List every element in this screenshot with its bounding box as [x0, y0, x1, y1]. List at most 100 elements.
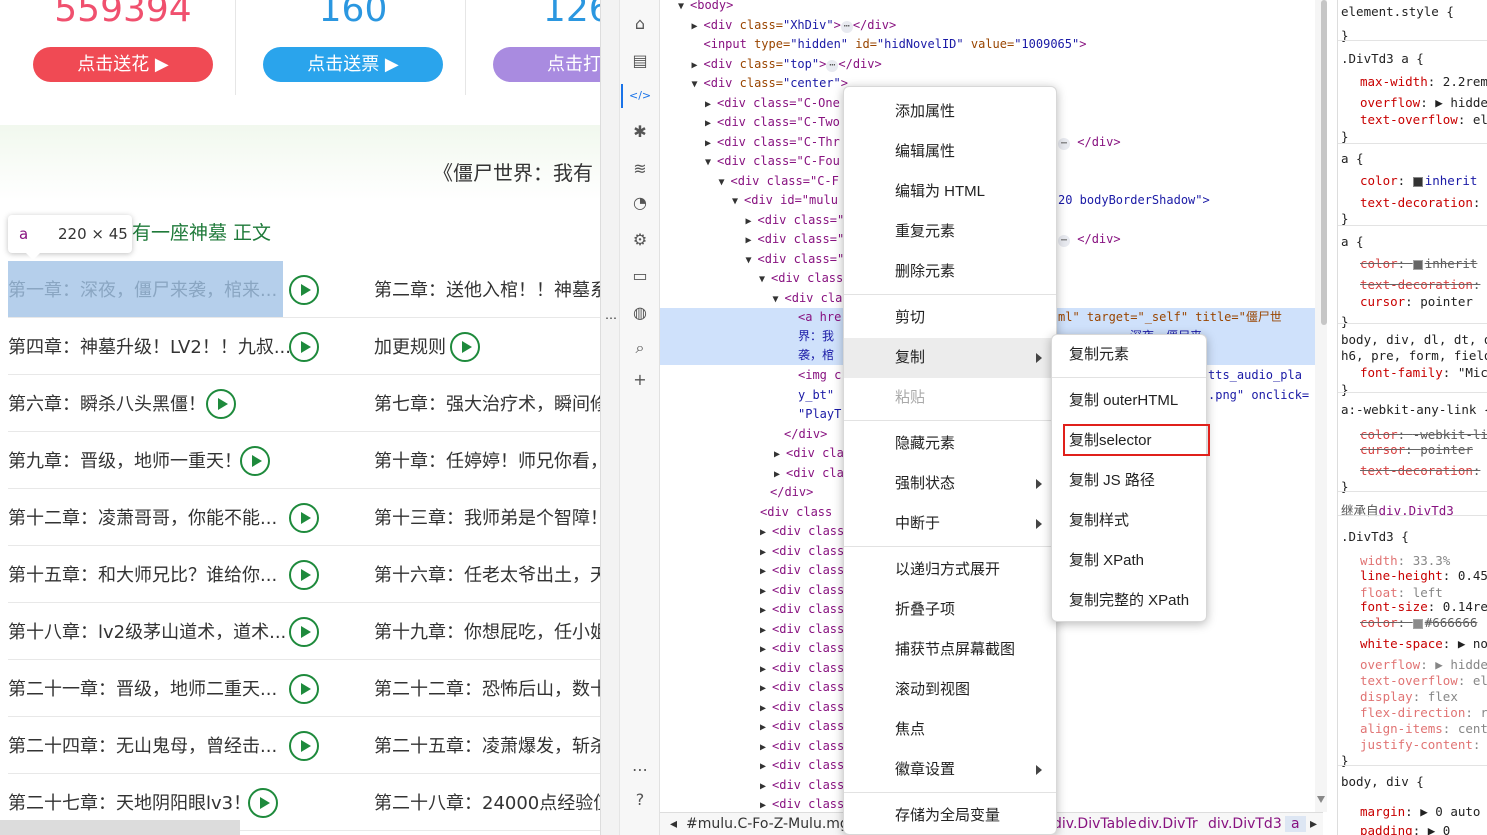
menu-item[interactable]: 复制完整的 XPath: [1052, 581, 1206, 621]
menu-item[interactable]: 删除元素: [844, 252, 1056, 292]
style-property[interactable]: justify-content: [1360, 737, 1473, 752]
dom-node[interactable]: ▼ <body>: [678, 0, 733, 15]
menu-item[interactable]: 焦点: [844, 710, 1056, 750]
menu-item[interactable]: 复制 XPath: [1052, 541, 1206, 581]
chapter-link[interactable]: 第九章：晋级，地师一重天！: [8, 447, 242, 473]
style-declaration[interactable]: padding: ▶ 0: [1360, 823, 1450, 835]
chapter-link[interactable]: 第二十七章：天地阴阳眼lv3！: [8, 789, 251, 815]
style-declaration[interactable]: max-width: 2.2rem: [1360, 74, 1487, 89]
style-value[interactable]: inherit: [1425, 173, 1478, 188]
play-audio-icon[interactable]: [450, 332, 480, 362]
chapter-link[interactable]: 第十六章：任老太爷出土，天: [374, 561, 600, 587]
chapter-link[interactable]: 第十章：任婷婷！师兄你看，: [374, 447, 600, 473]
dom-node[interactable]: ▶ <div class: [760, 561, 844, 580]
dom-node[interactable]: ▼ <div class="C-F: [719, 172, 839, 191]
dom-node[interactable]: ▶ <div class="top"> ⋯ </div>: [692, 55, 882, 74]
style-declaration[interactable]: text-overflow: el: [1360, 673, 1487, 688]
menu-item[interactable]: 剪切: [844, 298, 1056, 338]
dom-node[interactable]: ▶ <div class: [760, 581, 844, 600]
more-icon[interactable]: ⋯: [629, 759, 651, 781]
dom-node[interactable]: ▶ <div class: [760, 639, 844, 658]
dom-node[interactable]: ▼ <div id="mulu: [732, 191, 838, 210]
search-icon[interactable]: ⌕: [629, 337, 651, 359]
performance-icon[interactable]: ◔: [629, 192, 651, 214]
play-audio-icon[interactable]: [289, 617, 319, 647]
chapter-link[interactable]: 第二十五章：凌萧爆发，斩杀: [374, 732, 600, 758]
dom-node[interactable]: ▶ <div class="C-One: [705, 94, 840, 113]
style-value[interactable]: -webkit-li: [1413, 427, 1487, 442]
dom-node[interactable]: ▶ <div class: [760, 737, 844, 756]
dom-node[interactable]: ▶ <div class: [760, 717, 844, 736]
style-line[interactable]: justify-content:: [1360, 736, 1480, 754]
dom-node[interactable]: <div class: [760, 503, 832, 522]
menu-item[interactable]: 折叠子项: [844, 590, 1056, 630]
dom-node[interactable]: </div>: [770, 483, 813, 502]
play-audio-icon[interactable]: [206, 389, 236, 419]
style-declaration[interactable]: font-family: "Mic: [1360, 365, 1487, 380]
style-property[interactable]: line-height: [1360, 568, 1443, 583]
scroll-down-icon[interactable]: [1317, 796, 1325, 803]
chapter-link[interactable]: 第二十八章：24000点经验值: [374, 789, 600, 815]
style-property[interactable]: cursor: [1360, 442, 1405, 457]
network-icon[interactable]: ≋: [629, 158, 651, 180]
dom-node[interactable]: <img c: [798, 366, 841, 385]
dom-node[interactable]: "PlayT: [798, 405, 841, 424]
play-audio-icon[interactable]: [248, 788, 278, 818]
application-icon[interactable]: ▭: [629, 265, 651, 287]
dom-node[interactable]: y_bt": [798, 386, 834, 405]
dom-node[interactable]: ▶ <div class=": [746, 211, 845, 230]
style-line[interactable]: padding: ▶ 0: [1360, 822, 1450, 835]
dom-node[interactable]: ▶ <div class: [760, 698, 844, 717]
dom-node[interactable]: ▶ <div class: [760, 776, 844, 795]
menu-item[interactable]: 徽章设置: [844, 750, 1056, 790]
play-audio-icon[interactable]: [289, 503, 319, 533]
dom-node[interactable]: <input type="hidden" id="hidNovelID" val…: [692, 35, 1087, 54]
style-declaration[interactable]: color: inherit: [1360, 256, 1477, 271]
style-declaration[interactable]: cursor: pointer: [1360, 294, 1473, 309]
dom-node[interactable]: ▶ <div class: [760, 756, 844, 775]
style-value[interactable]: "Mic: [1458, 365, 1487, 380]
style-line[interactable]: font-family: "Mic: [1360, 364, 1487, 382]
chapter-link[interactable]: 第十三章：我师弟是个智障！: [374, 504, 600, 530]
breadcrumb-item[interactable]: #mulu.C-Fo-Z-Mulu.mg: [686, 816, 849, 832]
style-declaration[interactable]: color: -webkit-li: [1360, 427, 1487, 442]
style-value[interactable]: pointer: [1420, 442, 1473, 457]
style-value[interactable]: r: [1480, 705, 1487, 720]
style-value[interactable]: #666666: [1425, 615, 1478, 630]
color-swatch-icon[interactable]: [1412, 618, 1423, 629]
style-declaration[interactable]: text-decoration:: [1360, 277, 1480, 292]
style-property[interactable]: text-overflow: [1360, 673, 1458, 688]
menu-item[interactable]: 复制 outerHTML: [1052, 381, 1206, 421]
menu-item[interactable]: 复制 JS 路径: [1052, 461, 1206, 501]
stat-action-button[interactable]: 点击送花 ▶: [33, 47, 213, 82]
style-declaration[interactable]: margin: ▶ 0 auto: [1360, 804, 1480, 819]
chapter-link[interactable]: 第二十一章：晋级，地师二重天...: [8, 675, 277, 701]
dom-node[interactable]: ▶ <div class: [760, 620, 844, 639]
style-value[interactable]: 0.45: [1458, 568, 1487, 583]
style-property[interactable]: max-width: [1360, 74, 1428, 89]
style-value[interactable]: ▶ hidde: [1435, 95, 1487, 110]
style-property[interactable]: display: [1360, 689, 1413, 704]
style-declaration[interactable]: color: #666666: [1360, 615, 1477, 630]
play-audio-icon[interactable]: [289, 332, 319, 362]
style-declaration[interactable]: text-decoration:: [1360, 463, 1480, 478]
menu-item[interactable]: 以递归方式展开: [844, 550, 1056, 590]
memory-icon[interactable]: ⚙: [629, 229, 651, 251]
menu-item[interactable]: 复制样式: [1052, 501, 1206, 541]
dom-node[interactable]: ▶ <div class="C-Two: [705, 113, 840, 132]
dom-node[interactable]: ▼ <div class="center">: [692, 74, 849, 93]
style-value[interactable]: ▶ 0 auto: [1420, 804, 1480, 819]
breadcrumb-item[interactable]: div.DivTable: [1053, 816, 1137, 832]
chapter-link[interactable]: 加更规则: [374, 333, 446, 359]
style-line[interactable]: cursor: pointer: [1360, 293, 1473, 311]
help-icon[interactable]: ?: [629, 789, 651, 811]
style-property[interactable]: text-decoration: [1360, 463, 1473, 478]
style-line[interactable]: text-decoration:: [1360, 194, 1480, 212]
dom-node[interactable]: ▶ <div class: [760, 600, 844, 619]
breadcrumb-item[interactable]: div.DivTd3: [1208, 816, 1282, 832]
menu-item[interactable]: 捕获节点屏幕截图: [844, 630, 1056, 670]
style-property[interactable]: margin: [1360, 804, 1405, 819]
style-property[interactable]: padding: [1360, 823, 1413, 835]
style-property[interactable]: align-items: [1360, 721, 1443, 736]
style-declaration[interactable]: text-decoration:: [1360, 195, 1480, 210]
